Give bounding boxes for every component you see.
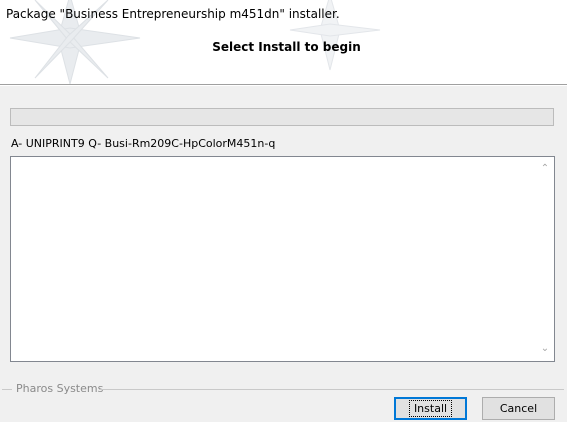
install-button[interactable]: Install: [394, 397, 467, 420]
footer-divider-left: [2, 389, 12, 390]
header-separator: [0, 85, 567, 86]
scroll-down-arrow-icon[interactable]: ⌄: [539, 343, 551, 355]
vendor-brand-label: Pharos Systems: [16, 382, 104, 395]
install-button-label: Install: [408, 400, 453, 417]
footer-divider-right: [99, 389, 564, 390]
package-title: Package "Business Entrepreneurship m451d…: [6, 7, 340, 21]
scroll-up-arrow-icon[interactable]: ⌃: [539, 163, 551, 175]
install-progress-bar: [10, 108, 554, 126]
install-log-textarea[interactable]: ⌃ ⌄: [10, 156, 555, 362]
instruction-subtitle: Select Install to begin: [212, 40, 361, 54]
cancel-button-label: Cancel: [499, 402, 538, 415]
printer-queue-status: A- UNIPRINT9 Q- Busi-Rm209C-HpColorM451n…: [11, 137, 276, 150]
cancel-button[interactable]: Cancel: [482, 397, 555, 420]
installer-header: Package "Business Entrepreneurship m451d…: [0, 0, 567, 85]
